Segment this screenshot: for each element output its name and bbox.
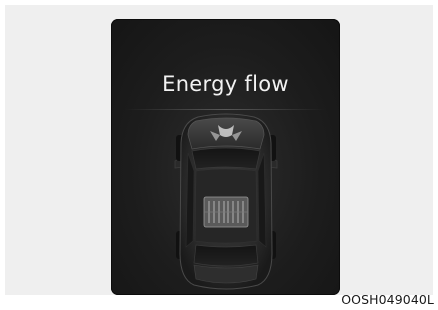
energy-flow-screen: Energy flow — [111, 19, 340, 295]
battery-icon — [203, 196, 249, 228]
figure-code: OOSH049040L — [341, 292, 434, 307]
screen-title: Energy flow — [162, 72, 289, 96]
car-topview-icon — [174, 113, 278, 290]
title-divider — [125, 109, 325, 110]
page: Energy flow OOSH049040L — [0, 0, 438, 310]
